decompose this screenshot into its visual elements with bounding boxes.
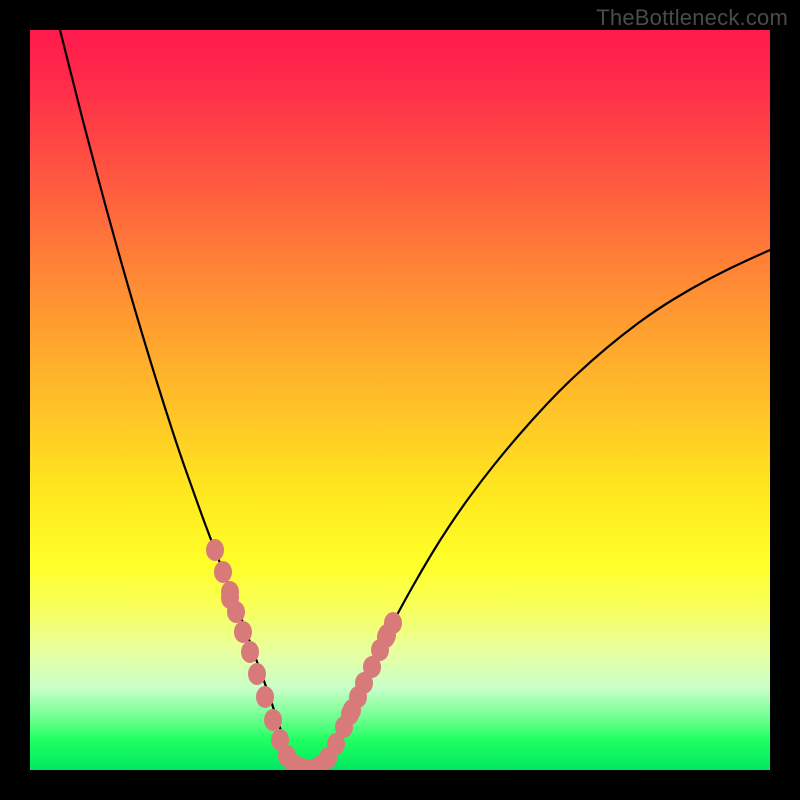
data-marker: [248, 663, 266, 685]
data-marker: [227, 601, 245, 623]
curve-right-curve: [308, 250, 770, 770]
data-marker: [214, 561, 232, 583]
plot-area: [30, 30, 770, 770]
data-marker: [206, 539, 224, 561]
data-marker: [264, 709, 282, 731]
chart-svg: [30, 30, 770, 770]
data-marker: [256, 686, 274, 708]
outer-black-frame: TheBottleneck.com: [0, 0, 800, 800]
data-marker: [241, 641, 259, 663]
data-marker: [384, 612, 402, 634]
data-marker: [234, 621, 252, 643]
watermark-text: TheBottleneck.com: [596, 5, 788, 31]
curve-left-curve: [60, 30, 308, 770]
